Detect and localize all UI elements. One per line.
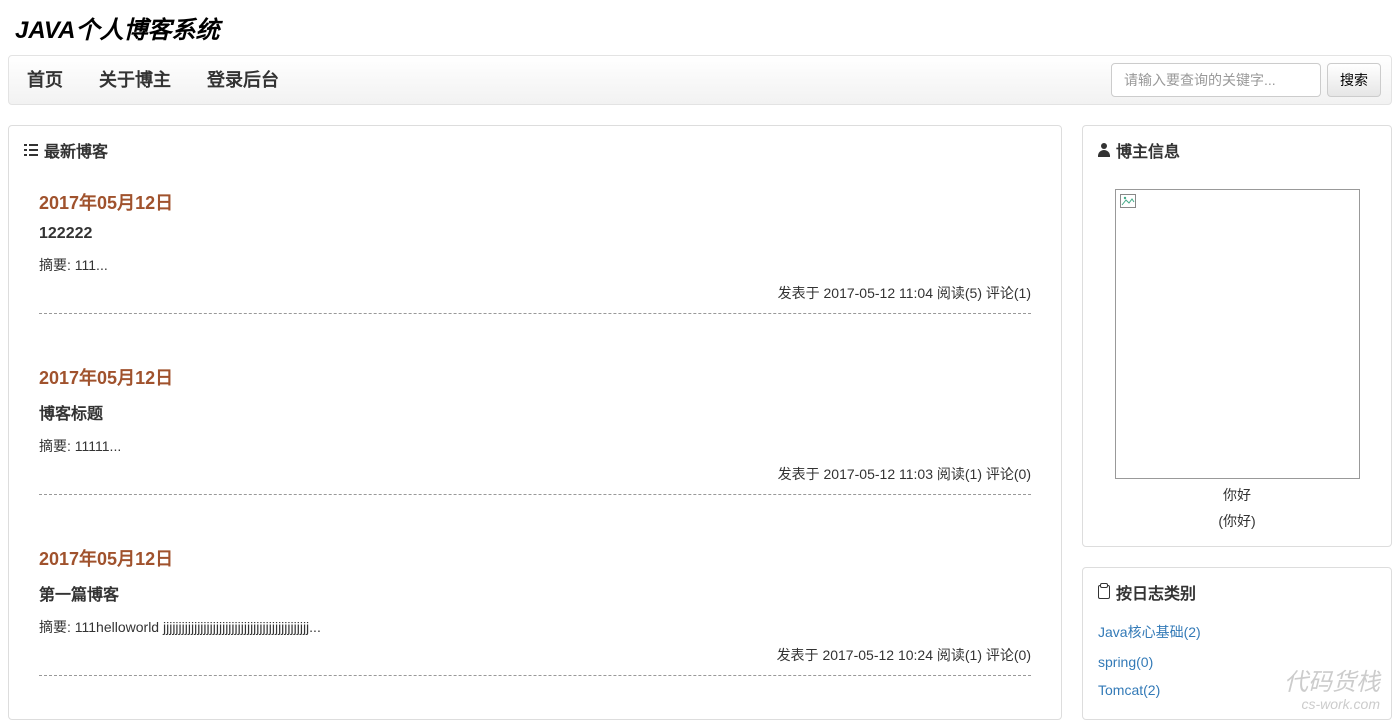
post-date: 2017年05月12日: [39, 545, 1031, 571]
categories-heading-label: 按日志类别: [1116, 580, 1196, 604]
post-title[interactable]: 博客标题: [39, 400, 1031, 424]
post-meta: 发表于 2017-05-12 11:03 阅读(1) 评论(0): [39, 464, 1031, 484]
latest-posts-label: 最新博客: [44, 138, 108, 162]
profile-heading: 博主信息: [1083, 126, 1391, 174]
post-meta: 发表于 2017-05-12 10:24 阅读(1) 评论(0): [39, 645, 1031, 665]
search-input[interactable]: [1111, 63, 1321, 97]
nav-item-home[interactable]: 首页: [9, 55, 81, 105]
post-item: 2017年05月12日 第一篇博客 摘要: 111helloworld jjjj…: [9, 530, 1061, 711]
post-meta: 发表于 2017-05-12 11:04 阅读(5) 评论(1): [39, 283, 1031, 303]
post-summary: 摘要: 11111...: [39, 436, 1031, 456]
list-icon: [24, 144, 38, 156]
avatar: [1115, 189, 1360, 479]
categories-panel: 按日志类别 Java核心基础(2) spring(0) Tomcat(2): [1082, 567, 1392, 720]
profile-nickname: (你好): [1098, 511, 1376, 531]
category-list: Java核心基础(2) spring(0) Tomcat(2): [1083, 616, 1391, 719]
sidebar: 博主信息 你好 (你好) 按日志类别 Java核心基础(2) spring(0): [1082, 125, 1392, 720]
navbar: 首页 关于博主 登录后台 搜索: [8, 55, 1392, 105]
post-date: 2017年05月12日: [39, 364, 1031, 390]
divider: [39, 494, 1031, 495]
post-item: 2017年05月12日 122222 摘要: 111... 发表于 2017-0…: [9, 174, 1061, 349]
broken-image-icon: [1120, 194, 1136, 208]
post-title[interactable]: 第一篇博客: [39, 581, 1031, 605]
profile-heading-label: 博主信息: [1116, 138, 1180, 162]
nav-search: 搜索: [1111, 63, 1391, 97]
post-summary: 摘要: 111...: [39, 255, 1031, 275]
profile-name: 你好: [1098, 485, 1376, 505]
post-summary: 摘要: 111helloworld jjjjjjjjjjjjjjjjjjjjjj…: [39, 617, 1031, 637]
nav-item-admin[interactable]: 登录后台: [189, 55, 297, 105]
divider: [39, 313, 1031, 314]
category-item-java[interactable]: Java核心基础(2): [1098, 616, 1376, 648]
categories-heading: 按日志类别: [1083, 568, 1391, 616]
profile-panel: 博主信息 你好 (你好): [1082, 125, 1392, 547]
nav-item-about[interactable]: 关于博主: [81, 55, 189, 105]
category-item-tomcat[interactable]: Tomcat(2): [1098, 676, 1376, 704]
post-date: 2017年05月12日: [39, 189, 1031, 215]
divider: [39, 675, 1031, 676]
post-title[interactable]: 122222: [39, 225, 1031, 243]
category-item-spring[interactable]: spring(0): [1098, 648, 1376, 676]
nav-links: 首页 关于博主 登录后台: [9, 55, 297, 105]
latest-posts-heading: 最新博客: [9, 126, 1061, 174]
site-title: JAVA个人博客系统: [15, 10, 1385, 45]
main-column: 最新博客 2017年05月12日 122222 摘要: 111... 发表于 2…: [8, 125, 1062, 720]
user-icon: [1098, 143, 1110, 157]
clipboard-icon: [1098, 585, 1110, 599]
post-item: 2017年05月12日 博客标题 摘要: 11111... 发表于 2017-0…: [9, 349, 1061, 530]
search-button[interactable]: 搜索: [1327, 63, 1381, 97]
